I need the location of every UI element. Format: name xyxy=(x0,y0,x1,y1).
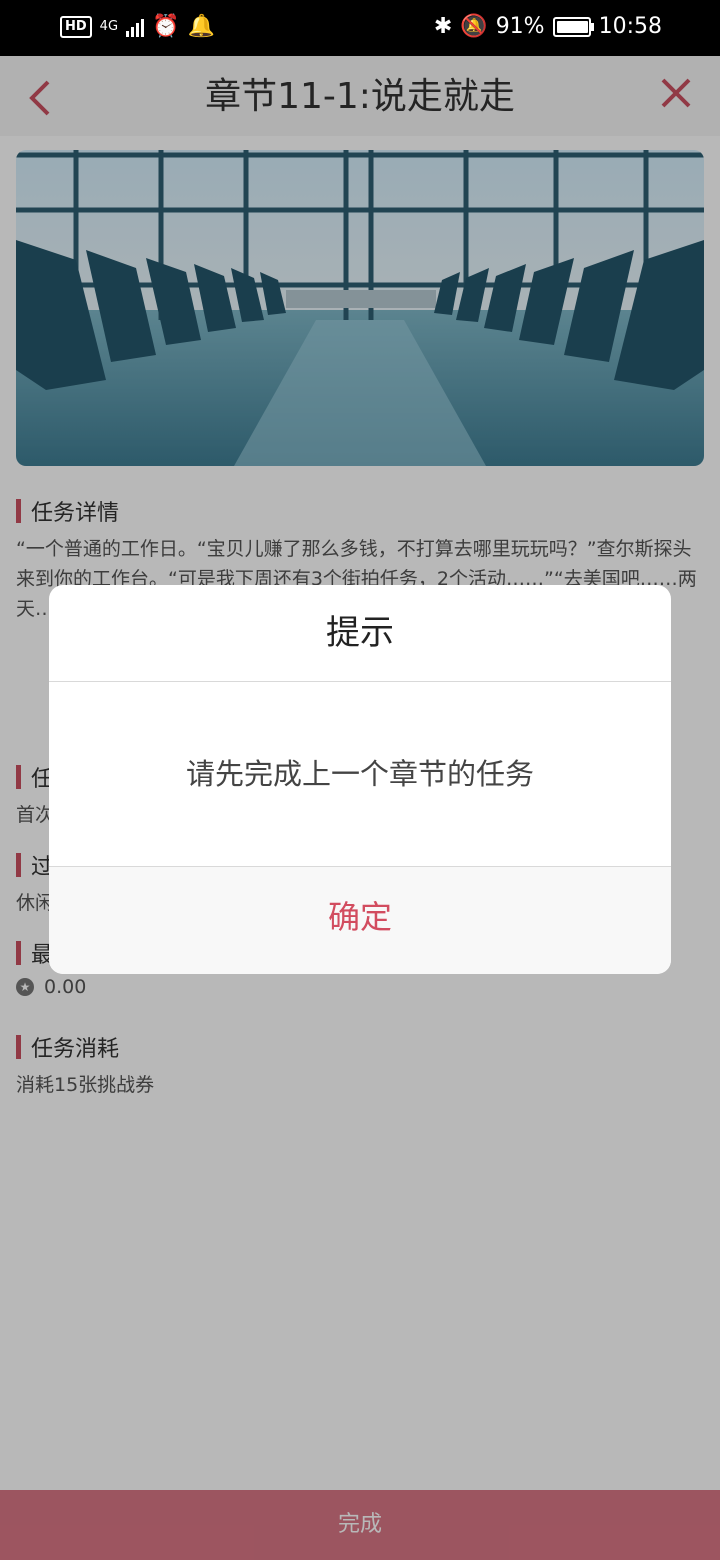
hd-badge: HD xyxy=(60,15,92,38)
dialog-title: 提示 xyxy=(49,585,671,682)
battery-icon xyxy=(552,16,594,37)
clock: 10:58 xyxy=(598,14,662,39)
alarm-icon: ⏰ xyxy=(152,14,180,39)
signal-icon xyxy=(126,17,145,37)
network-type: 4G xyxy=(99,19,119,34)
dialog-message: 请先完成上一个章节的任务 xyxy=(49,682,671,867)
notification-icon: 🔔 xyxy=(187,14,215,39)
status-left: HD 4G ⏰ 🔔 xyxy=(60,14,215,39)
status-bar: HD 4G ⏰ 🔔 ✱ 🔕 91% 10:58 xyxy=(0,0,720,56)
bluetooth-icon: ✱ xyxy=(433,14,453,39)
alert-dialog: 提示 请先完成上一个章节的任务 确定 xyxy=(49,585,671,974)
battery-percent: 91% xyxy=(495,14,545,39)
mute-icon: 🔕 xyxy=(460,14,488,39)
confirm-button[interactable]: 确定 xyxy=(49,867,671,974)
status-right: ✱ 🔕 91% 10:58 xyxy=(434,14,662,39)
